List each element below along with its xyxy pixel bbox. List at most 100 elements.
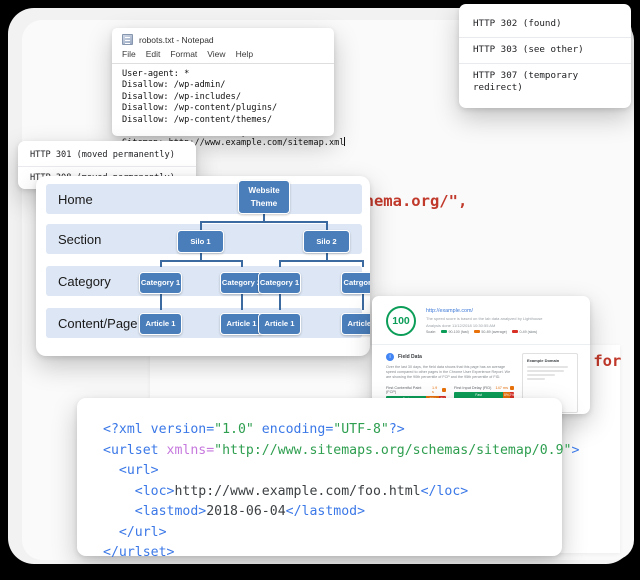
skeleton-line (527, 366, 569, 368)
connector (279, 294, 281, 310)
xml-line-2: <urlset xmlns="http://www.sitemaps.org/s… (103, 441, 579, 462)
connector (326, 252, 328, 260)
pagespeed-subtitle: The speed score is based on the lab data… (426, 316, 543, 322)
skeleton-line (527, 378, 546, 380)
connector (160, 260, 162, 267)
pagespeed-timestamp: Analysis done 11/12/2018 10:30:55 AM (426, 322, 496, 328)
diagram-node-article-1a: Article 1 (139, 313, 182, 335)
xml-lastmod-text: 2018-06-04 (206, 504, 286, 519)
xml-decl-end: ?> (388, 422, 405, 437)
metric-label: First Input Delay (FID) (454, 385, 492, 390)
diagram-node-category-2a: Category 2 (220, 272, 263, 294)
http-status-row: HTTP 303 (see other) (459, 38, 631, 64)
diagram-node-website-theme: Website Theme (238, 180, 290, 214)
robots-txt-content: User-agent: * Disallow: /wp-admin/ Disal… (122, 69, 345, 149)
info-icon: i (386, 353, 394, 361)
xml-line-7: </urlset> (103, 543, 562, 564)
diagram-row-home (46, 184, 362, 214)
connector (160, 294, 162, 310)
menu-item-help[interactable]: Help (236, 49, 253, 59)
legend-text-average: 50-89 (average) (481, 329, 507, 334)
xml-line-1: <?xml version="1.0" encoding="UTF-8"?> (103, 420, 562, 441)
skeleton-line (527, 374, 555, 376)
diagram-node-article-2: Article 2 (341, 313, 370, 335)
node-label-line2: Theme (250, 198, 278, 208)
skeleton-line (527, 370, 564, 372)
xml-line-5: <lastmod>2018-06-04</lastmod> (103, 502, 562, 523)
screenshot-canvas: ffee Cake</title> pplication/ld+json"> "… (0, 0, 640, 580)
metric-value: 1.9 s (431, 385, 438, 394)
pagespeed-url[interactable]: http://example.com/ (426, 308, 578, 314)
xml-decl: <?xml version= (103, 422, 215, 437)
diagram-row-label-category: Category (58, 273, 111, 289)
diagram-row-label-section: Section (58, 231, 102, 247)
http-status-row: HTTP 302 (found) (459, 12, 631, 38)
connector (326, 221, 328, 230)
diagram-node-article-1c: Article 1 (258, 313, 301, 335)
diagram-row-label-content: Content/Page (58, 315, 138, 331)
http-status-row: HTTP 301 (moved permanently) (18, 144, 196, 167)
legend-item-fast: 90-100 (fast) (441, 330, 469, 334)
menu-item-file[interactable]: File (122, 49, 136, 59)
notepad-window[interactable]: robots.txt - Notepad File Edit Format Vi… (112, 28, 346, 148)
xml-loc-open: <loc> (134, 483, 175, 499)
xml-xmlns-value: "http://www.sitemaps.org/schemas/sitemap… (214, 442, 572, 458)
menu-item-view[interactable]: View (207, 49, 225, 59)
xml-line-4: <loc>http://www.example.com/foo.html</lo… (103, 482, 562, 503)
notepad-icon (122, 34, 133, 45)
http-status-card-3xx: HTTP 302 (found) HTTP 303 (see other) HT… (459, 4, 631, 108)
notepad-titlebar: robots.txt - Notepad (112, 28, 334, 47)
xml-line-3: <url> (103, 461, 562, 482)
pagespeed-insights-report: 100 http://example.com/ The speed score … (372, 296, 590, 414)
xml-url-open: <url> (118, 463, 159, 478)
connector (279, 260, 281, 267)
field-data-heading: i Field Data (386, 353, 514, 361)
diagram-node-category-1a: Category 1 (139, 272, 182, 294)
menu-item-format[interactable]: Format (170, 49, 197, 59)
diagram-node-category-1b: Category 1 (258, 272, 301, 294)
xml-lastmod-open: <lastmod> (134, 504, 207, 519)
pagespeed-legend: Scale: 90-100 (fast) 50-89 (average) 0-4… (426, 330, 578, 334)
metric-value: 147 ms (495, 385, 508, 390)
pagespeed-score-badge: 100 (386, 306, 416, 336)
legend-item-slow: 0-49 (slow) (511, 329, 538, 334)
legend-item-average: 50-89 (average) (473, 329, 507, 334)
connector (241, 294, 243, 310)
field-data-title: Field Data (398, 354, 422, 360)
xml-encoding-key: encoding= (253, 422, 334, 437)
xml-lastmod-close: </lastmod> (285, 504, 366, 519)
menu-item-edit[interactable]: Edit (146, 49, 161, 59)
metric-label: First Contentful Paint (FCP) (386, 385, 422, 394)
connector (160, 260, 242, 262)
diagram-node-category-2b: Catrgory 2 (341, 272, 370, 294)
text-caret (344, 137, 346, 147)
connector (200, 252, 202, 260)
connector (200, 221, 327, 223)
xml-loc-text: http://www.example.com/foo.html (174, 483, 421, 499)
site-architecture-diagram: Home Section Category Content/Page Websi… (36, 176, 370, 356)
connector (362, 294, 364, 310)
xml-urlset-open: <urlset (103, 442, 167, 458)
xml-url-close: </url> (118, 524, 167, 540)
connector (362, 260, 364, 267)
legend-text-fast: 90-100 (fast) (448, 329, 469, 334)
xml-urlset-close: </urlset> (103, 545, 175, 560)
xml-encoding-value: "UTF-8" (333, 422, 389, 437)
pagespeed-header: 100 http://example.com/ The speed score … (372, 296, 590, 345)
connector (241, 260, 243, 267)
origin-title: Example Domain (527, 358, 560, 363)
diagram-node-article-1b: Article 1 (220, 313, 263, 335)
legend-text-slow: 0-49 (slow) (519, 329, 538, 334)
legend-label: Scale: (426, 329, 436, 334)
xml-sitemap-code: <?xml version="1.0" encoding="UTF-8"?> <u… (103, 420, 579, 564)
xml-line-6: </url> (103, 523, 562, 544)
xml-xmlns-attr: xmlns= (166, 442, 215, 458)
notepad-menubar[interactable]: File Edit Format View Help (112, 47, 334, 64)
notepad-title-text: robots.txt - Notepad (139, 34, 214, 45)
diagram-node-silo-1: Silo 1 (177, 230, 224, 253)
connector (200, 221, 202, 230)
xml-loc-close: </loc> (420, 483, 469, 499)
http-status-row: HTTP 307 (temporary redirect) (473, 70, 579, 93)
xml-gt: > (571, 442, 580, 458)
node-label-line1: Website (248, 185, 280, 195)
